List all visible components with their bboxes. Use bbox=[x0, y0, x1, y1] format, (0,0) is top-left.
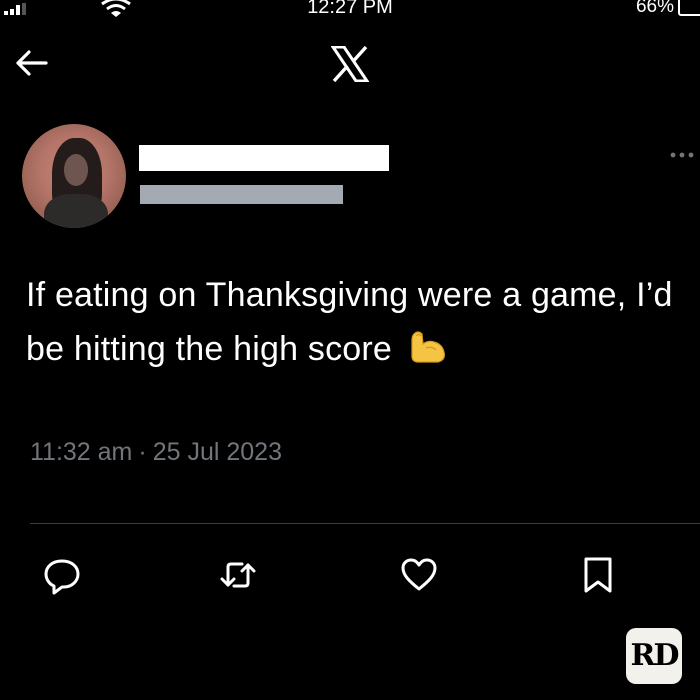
more-options-icon[interactable] bbox=[668, 148, 698, 162]
redacted-display-name bbox=[139, 145, 389, 171]
tweet-text: If eating on Thanksgiving were a game, I… bbox=[26, 268, 686, 376]
bookmark-icon[interactable] bbox=[578, 555, 618, 595]
redacted-handle bbox=[140, 185, 343, 204]
status-bar: 12:27 PM 66% bbox=[0, 0, 700, 24]
rd-watermark-logo: RD bbox=[626, 628, 682, 684]
avatar-face bbox=[64, 154, 88, 186]
reply-icon[interactable] bbox=[42, 555, 82, 595]
timestamp-separator: · bbox=[138, 438, 147, 466]
tweet-time: 11:32 am bbox=[30, 438, 133, 466]
battery-icon bbox=[678, 0, 700, 16]
back-arrow-icon[interactable] bbox=[14, 48, 50, 78]
like-icon[interactable] bbox=[399, 555, 439, 595]
battery-percent: 66% bbox=[635, 0, 674, 17]
tweet-action-bar bbox=[0, 555, 700, 595]
x-logo-icon bbox=[331, 46, 369, 82]
avatar-body bbox=[44, 194, 108, 228]
avatar[interactable] bbox=[22, 124, 126, 228]
divider bbox=[30, 523, 700, 524]
tweet-timestamp[interactable]: 11:32 am · 25 Jul 2023 bbox=[30, 438, 282, 467]
tweet-date: 25 Jul 2023 bbox=[152, 438, 282, 466]
tweet-text-content: If eating on Thanksgiving were a game, I… bbox=[26, 276, 673, 368]
retweet-icon[interactable] bbox=[218, 555, 258, 595]
status-time: 12:27 PM bbox=[307, 0, 393, 18]
flexed-biceps-icon bbox=[411, 331, 445, 363]
